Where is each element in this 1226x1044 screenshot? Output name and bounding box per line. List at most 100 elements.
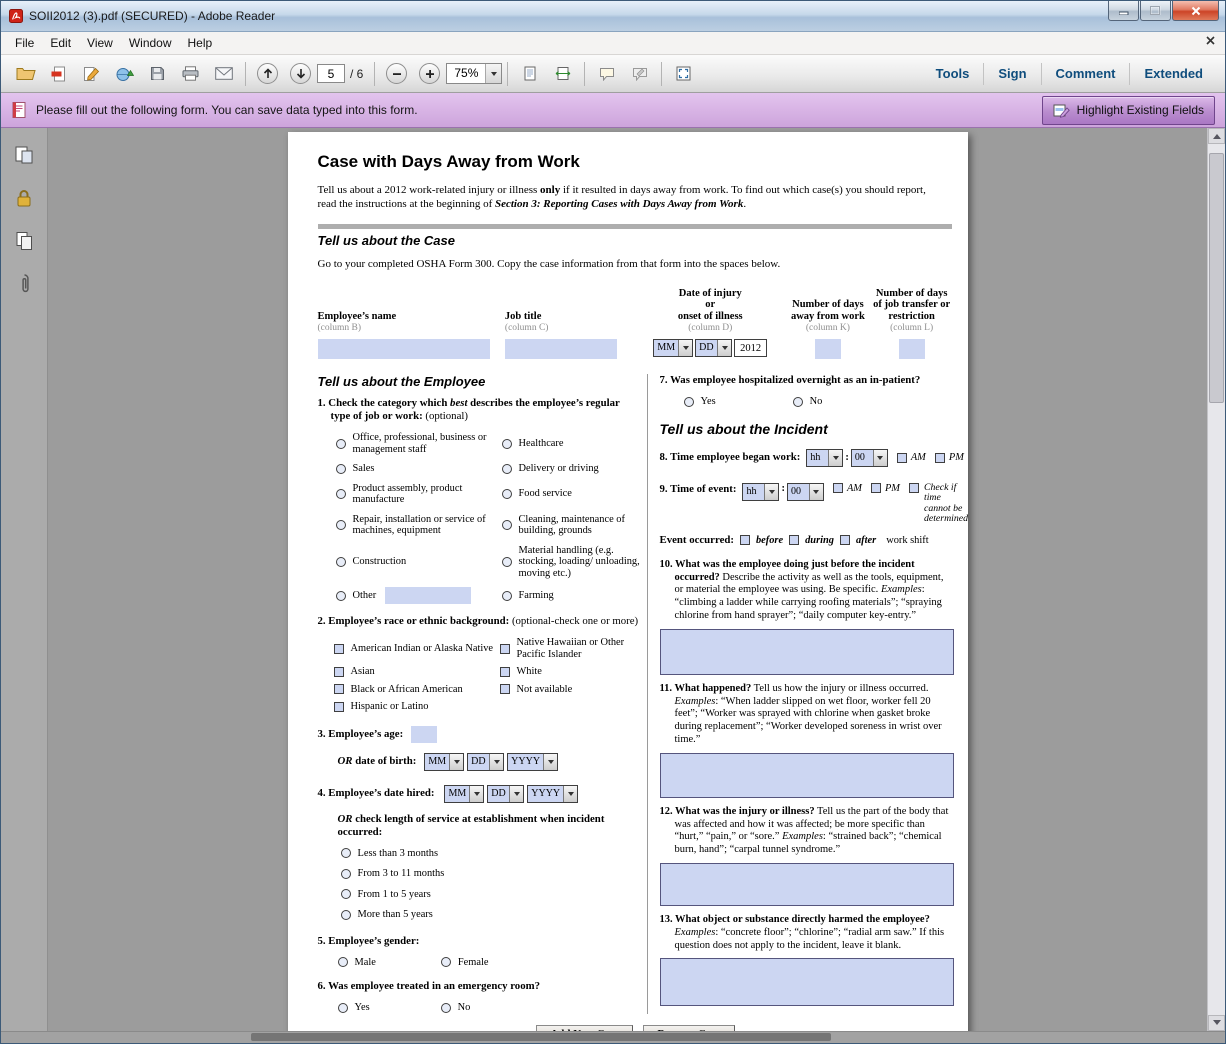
radio-button[interactable] [502, 489, 512, 499]
radio-button[interactable] [502, 439, 512, 449]
menu-file[interactable]: File [7, 34, 42, 52]
security-lock-icon[interactable] [10, 185, 38, 211]
tools-pane-button[interactable]: Tools [922, 63, 984, 85]
began-pm-checkbox[interactable] [935, 453, 945, 463]
open-file-button[interactable] [9, 60, 42, 88]
close-button[interactable] [1172, 1, 1219, 21]
checkbox[interactable] [500, 644, 510, 654]
radio-button[interactable] [341, 889, 351, 899]
during-checkbox[interactable] [789, 535, 799, 545]
page-thumbnails-button[interactable] [10, 142, 38, 168]
radio-button[interactable] [336, 439, 346, 449]
page-number-input[interactable] [317, 64, 345, 83]
radio-button[interactable] [336, 464, 346, 474]
time-undetermined-checkbox[interactable] [909, 483, 919, 493]
injury-month-combo[interactable]: MM [653, 339, 693, 357]
injury-day-combo[interactable]: DD [695, 339, 732, 357]
employee-name-input[interactable] [318, 339, 490, 359]
checkbox[interactable] [334, 684, 344, 694]
radio-button[interactable] [338, 957, 348, 967]
checkbox[interactable] [500, 684, 510, 694]
annotate-button[interactable] [623, 60, 656, 88]
began-hour-combo[interactable]: hh [806, 449, 843, 467]
radio-button[interactable] [338, 1003, 348, 1013]
radio-button[interactable] [341, 910, 351, 920]
birth-day-combo[interactable]: DD [467, 753, 504, 771]
attachments-paperclip-button[interactable] [10, 271, 38, 297]
next-page-button[interactable] [284, 60, 317, 88]
share-upload-button[interactable] [108, 60, 141, 88]
event-am-checkbox[interactable] [833, 483, 843, 493]
began-am-checkbox[interactable] [897, 453, 907, 463]
save-button[interactable] [141, 60, 174, 88]
menu-window[interactable]: Window [121, 34, 180, 52]
hired-day-combo[interactable]: DD [487, 785, 524, 803]
horizontal-scrollbar[interactable] [1, 1031, 1225, 1043]
radio-button[interactable] [336, 591, 346, 601]
close-document-icon[interactable] [1206, 36, 1215, 45]
extended-pane-button[interactable]: Extended [1129, 63, 1217, 85]
q12-answer-box[interactable] [660, 863, 954, 906]
event-minute-combo[interactable]: 00 [787, 483, 824, 501]
radio-button[interactable] [793, 397, 803, 407]
vertical-scrollbar-thumb[interactable] [1209, 153, 1224, 403]
after-checkbox[interactable] [840, 535, 850, 545]
job-title-input[interactable] [505, 339, 617, 359]
event-hour-combo[interactable]: hh [742, 483, 779, 501]
chevron-down-icon[interactable] [485, 64, 501, 83]
hired-month-combo[interactable]: MM [444, 785, 484, 803]
birth-month-combo[interactable]: MM [424, 753, 464, 771]
hired-year-combo[interactable]: YYYY [527, 785, 578, 803]
vertical-scrollbar[interactable] [1207, 128, 1225, 1031]
checkbox[interactable] [334, 667, 344, 677]
document-view[interactable]: Case with Days Away from Work Tell us ab… [48, 128, 1207, 1031]
q11-answer-box[interactable] [660, 753, 954, 798]
before-checkbox[interactable] [740, 535, 750, 545]
radio-button[interactable] [336, 489, 346, 499]
zoom-out-button[interactable] [380, 60, 413, 88]
print-button[interactable] [174, 60, 207, 88]
menu-help[interactable]: Help [180, 34, 221, 52]
fill-sign-button[interactable] [75, 60, 108, 88]
radio-button[interactable] [502, 591, 512, 601]
menu-view[interactable]: View [79, 34, 121, 52]
scroll-up-button[interactable] [1208, 128, 1225, 144]
injury-year-input[interactable] [734, 339, 767, 357]
maximize-button[interactable] [1140, 1, 1171, 21]
fullscreen-button[interactable] [667, 60, 700, 88]
employee-age-input[interactable] [411, 726, 437, 743]
began-minute-combo[interactable]: 00 [851, 449, 888, 467]
comment-pane-button[interactable]: Comment [1041, 63, 1130, 85]
q13-answer-box[interactable] [660, 958, 954, 1006]
radio-button[interactable] [502, 557, 512, 567]
zoom-in-button[interactable] [413, 60, 446, 88]
fit-width-button[interactable] [546, 60, 579, 88]
email-button[interactable] [207, 60, 240, 88]
highlight-existing-fields-button[interactable]: Highlight Existing Fields [1042, 96, 1215, 125]
menu-edit[interactable]: Edit [42, 34, 79, 52]
single-page-view-button[interactable] [513, 60, 546, 88]
sticky-note-button[interactable] [590, 60, 623, 88]
checkbox[interactable] [334, 644, 344, 654]
sign-pane-button[interactable]: Sign [983, 63, 1040, 85]
scroll-down-button[interactable] [1208, 1015, 1225, 1031]
checkbox[interactable] [500, 667, 510, 677]
radio-button[interactable] [684, 397, 694, 407]
horizontal-scrollbar-thumb[interactable] [251, 1033, 831, 1041]
q10-answer-box[interactable] [660, 629, 954, 675]
window-titlebar[interactable]: SOII2012 (3).pdf (SECURED) - Adobe Reade… [1, 1, 1225, 32]
minimize-button[interactable] [1108, 1, 1139, 21]
days-away-input[interactable] [815, 339, 841, 359]
checkbox[interactable] [334, 702, 344, 712]
create-pdf-button[interactable] [42, 60, 75, 88]
radio-button[interactable] [341, 869, 351, 879]
radio-button[interactable] [336, 520, 346, 530]
radio-button[interactable] [441, 1003, 451, 1013]
job-transfer-input[interactable] [899, 339, 925, 359]
radio-button[interactable] [341, 848, 351, 858]
zoom-level-select[interactable]: 75% [446, 63, 502, 84]
event-pm-checkbox[interactable] [871, 483, 881, 493]
radio-button[interactable] [441, 957, 451, 967]
radio-button[interactable] [502, 520, 512, 530]
previous-page-button[interactable] [251, 60, 284, 88]
